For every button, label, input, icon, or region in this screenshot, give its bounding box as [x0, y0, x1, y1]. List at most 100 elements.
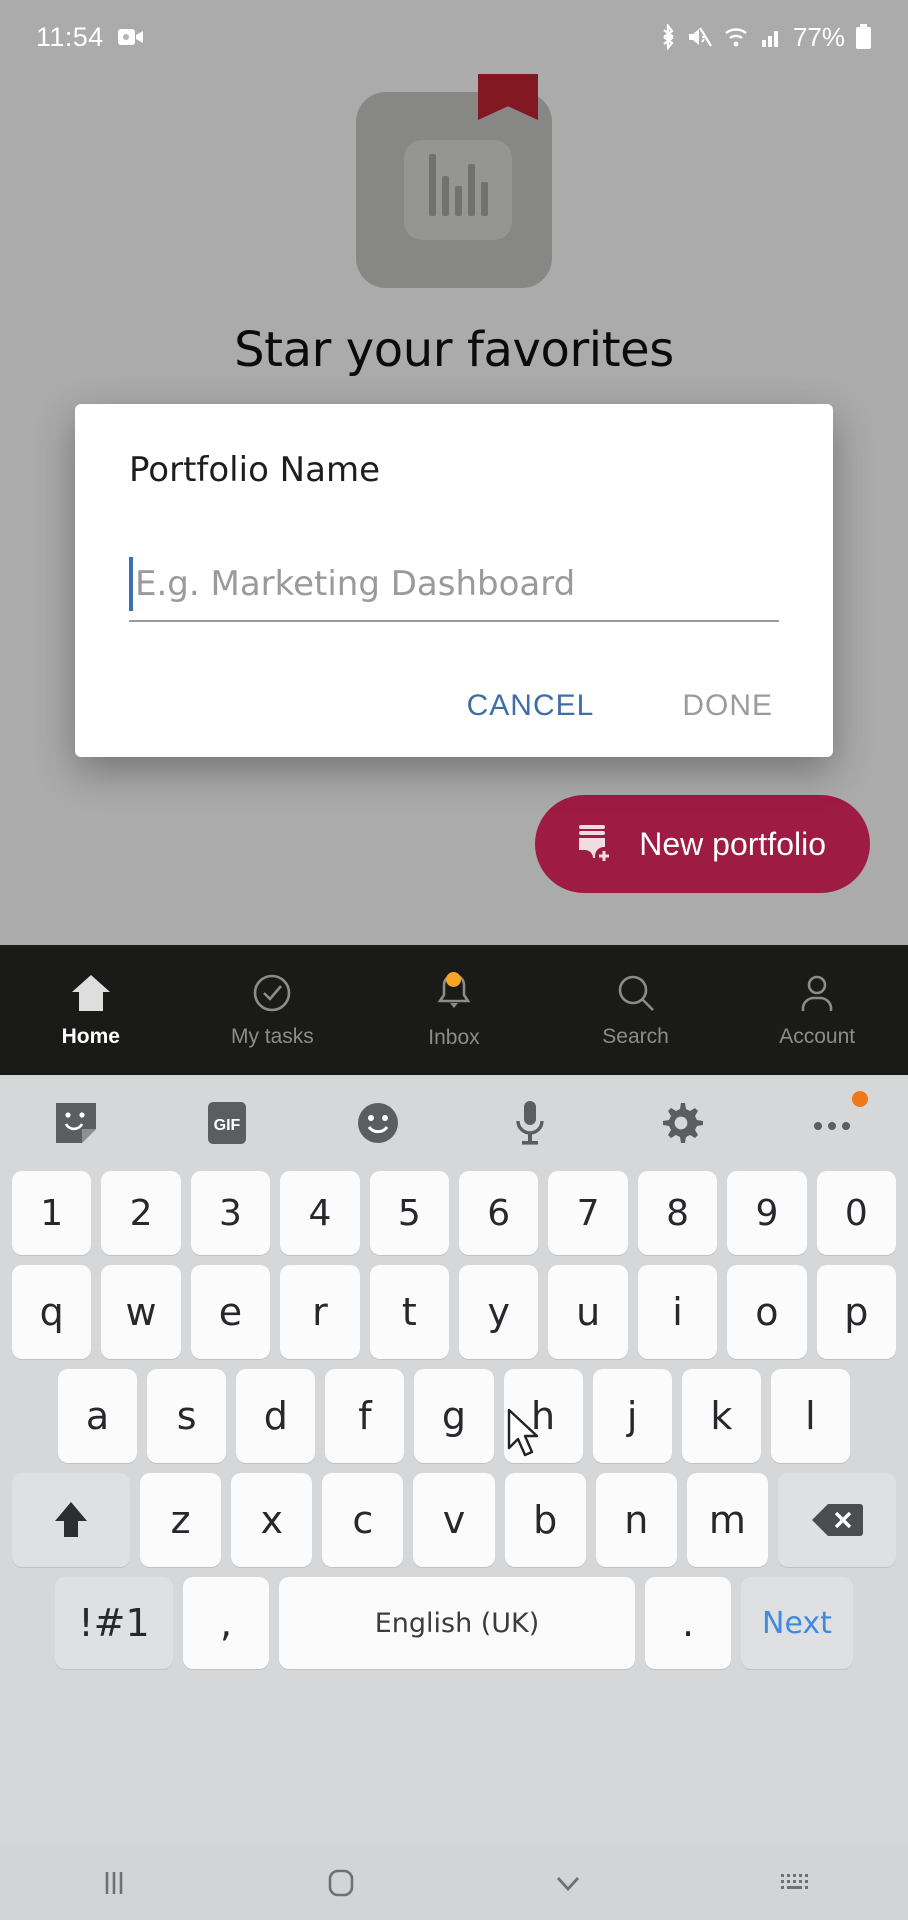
keyboard-row-top: q w e r t y u i o p	[8, 1265, 900, 1359]
key-c[interactable]: c	[322, 1473, 404, 1567]
cancel-button[interactable]: CANCEL	[451, 677, 611, 735]
key-a[interactable]: a	[58, 1369, 138, 1463]
key-4[interactable]: 4	[280, 1171, 360, 1255]
key-7[interactable]: 7	[548, 1171, 628, 1255]
key-y[interactable]: y	[459, 1265, 539, 1359]
key-m[interactable]: m	[686, 1473, 768, 1567]
person-icon	[795, 971, 839, 1015]
cellular-signal-icon	[761, 26, 783, 48]
status-bar: 11:54 77%	[0, 0, 908, 74]
shift-key[interactable]	[12, 1473, 130, 1567]
screen-record-icon	[117, 27, 144, 47]
recents-icon	[97, 1866, 131, 1900]
nav-item-search[interactable]: Search	[545, 971, 727, 1049]
nav-label-inbox: Inbox	[428, 1026, 480, 1049]
key-r[interactable]: r	[280, 1265, 360, 1359]
keyboard-rows: 1 2 3 4 5 6 7 8 9 0 q w e r t y u i o p …	[0, 1171, 908, 1669]
key-s[interactable]: s	[147, 1369, 227, 1463]
new-portfolio-button[interactable]: New portfolio	[535, 795, 870, 893]
key-x[interactable]: x	[231, 1473, 313, 1567]
emoji-icon[interactable]	[346, 1091, 410, 1155]
key-u[interactable]: u	[548, 1265, 628, 1359]
keyboard-toolbar: GIF	[0, 1075, 908, 1171]
key-n[interactable]: n	[595, 1473, 677, 1567]
more-options-icon[interactable]	[800, 1091, 868, 1155]
shift-up-arrow-icon	[49, 1497, 93, 1543]
gif-icon[interactable]: GIF	[195, 1091, 259, 1155]
symbols-key[interactable]: !#1	[55, 1577, 173, 1669]
home-pill-icon	[324, 1866, 358, 1900]
key-i[interactable]: i	[637, 1265, 718, 1359]
microphone-icon[interactable]	[498, 1091, 562, 1155]
check-circle-icon	[250, 971, 294, 1015]
dialog-title: Portfolio Name	[129, 450, 380, 490]
key-d[interactable]: d	[236, 1369, 316, 1463]
keyboard-switch-button[interactable]	[681, 1870, 908, 1896]
android-navigation-bar	[0, 1845, 908, 1920]
key-5[interactable]: 5	[369, 1171, 449, 1255]
nav-item-inbox[interactable]: Inbox	[363, 970, 545, 1050]
key-6[interactable]: 6	[459, 1171, 539, 1255]
key-j[interactable]: j	[592, 1369, 672, 1463]
key-p[interactable]: p	[816, 1265, 897, 1359]
portfolio-name-placeholder: E.g. Marketing Dashboard	[135, 564, 576, 604]
key-0[interactable]: 0	[816, 1171, 897, 1255]
nav-item-home[interactable]: Home	[0, 971, 182, 1049]
comma-key[interactable]: ,	[183, 1577, 269, 1669]
svg-text:GIF: GIF	[214, 1117, 241, 1134]
recents-button[interactable]	[0, 1866, 227, 1900]
keyboard-row-numbers: 1 2 3 4 5 6 7 8 9 0	[8, 1171, 900, 1255]
hide-keyboard-button[interactable]	[454, 1870, 681, 1896]
key-t[interactable]: t	[369, 1265, 449, 1359]
period-key[interactable]: .	[645, 1577, 731, 1669]
key-b[interactable]: b	[504, 1473, 586, 1567]
home-button[interactable]	[227, 1866, 454, 1900]
mute-icon	[687, 25, 713, 49]
keyboard-row-home: a s d f g h j k l	[8, 1369, 900, 1463]
key-1[interactable]: 1	[11, 1171, 92, 1255]
battery-percent: 77%	[792, 21, 845, 52]
key-3[interactable]: 3	[190, 1171, 271, 1255]
key-f[interactable]: f	[325, 1369, 405, 1463]
key-g[interactable]: g	[414, 1369, 494, 1463]
on-screen-keyboard: GIF 1 2 3 4 5 6 7 8 9 0 q w e r t y u i …	[0, 1075, 908, 1845]
key-w[interactable]: w	[101, 1265, 181, 1359]
key-8[interactable]: 8	[637, 1171, 718, 1255]
dialog-actions: CANCEL DONE	[451, 677, 789, 735]
key-l[interactable]: l	[770, 1369, 850, 1463]
backspace-key[interactable]	[777, 1473, 896, 1567]
inbox-badge-dot	[445, 972, 461, 987]
key-k[interactable]: k	[681, 1369, 761, 1463]
key-q[interactable]: q	[11, 1265, 92, 1359]
portfolio-name-dialog: Portfolio Name E.g. Marketing Dashboard …	[75, 404, 833, 757]
key-z[interactable]: z	[140, 1473, 222, 1567]
status-time: 11:54	[36, 21, 104, 52]
nav-item-account[interactable]: Account	[726, 971, 908, 1049]
nav-label-home: Home	[61, 1025, 120, 1048]
bottom-navigation: Home My tasks Inbox Search Account	[0, 945, 908, 1075]
sticker-icon[interactable]	[44, 1091, 108, 1155]
key-9[interactable]: 9	[727, 1171, 807, 1255]
done-button[interactable]: DONE	[666, 677, 789, 735]
key-o[interactable]: o	[727, 1265, 807, 1359]
mouse-pointer-icon	[506, 1408, 546, 1465]
bluetooth-icon	[659, 22, 677, 52]
key-e[interactable]: e	[190, 1265, 271, 1359]
more-options-badge-dot	[851, 1091, 868, 1107]
keyboard-switch-icon	[778, 1870, 812, 1896]
portfolio-name-input[interactable]: E.g. Marketing Dashboard	[129, 548, 779, 622]
key-2[interactable]: 2	[101, 1171, 181, 1255]
keyboard-row-bottom: z x c v b n m	[8, 1473, 900, 1567]
nav-item-my-tasks[interactable]: My tasks	[182, 971, 364, 1049]
new-portfolio-label: New portfolio	[639, 825, 826, 862]
space-key[interactable]: English (UK)	[279, 1577, 635, 1669]
settings-gear-icon[interactable]	[649, 1091, 713, 1155]
home-icon	[68, 971, 114, 1015]
search-icon	[614, 971, 658, 1015]
text-caret	[129, 557, 133, 611]
nav-label-my-tasks: My tasks	[230, 1025, 314, 1048]
key-v[interactable]: v	[413, 1473, 495, 1567]
next-key[interactable]: Next	[741, 1577, 853, 1669]
backspace-icon	[810, 1500, 864, 1540]
nav-label-search: Search	[602, 1025, 669, 1048]
